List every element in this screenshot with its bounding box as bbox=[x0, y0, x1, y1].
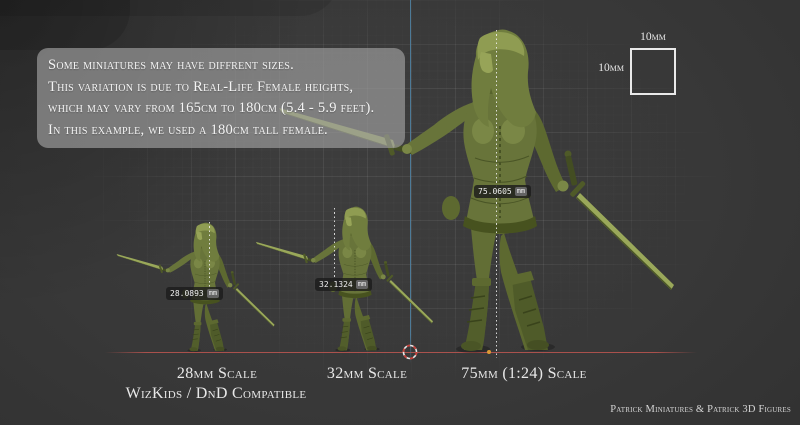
measurement-value: 75.0605 bbox=[478, 185, 512, 198]
corner-shade bbox=[0, 0, 340, 16]
measurement-value: 28.0893 bbox=[170, 287, 204, 300]
measure-line-32mm bbox=[334, 208, 335, 279]
info-box: Some miniatures may have diffrent sizes.… bbox=[37, 48, 405, 148]
reference-square-10mm bbox=[630, 48, 676, 95]
object-origin-dot bbox=[487, 350, 491, 354]
caption-28mm-scale: 28mm Scale bbox=[177, 365, 257, 383]
info-line: In this example, we used a 180cm tall fe… bbox=[48, 120, 394, 142]
measurement-unit: mm bbox=[207, 289, 219, 298]
measurement-unit: mm bbox=[356, 280, 368, 289]
caption-28mm-compat: WizKids / DnD Compatible bbox=[126, 385, 307, 403]
caption-32mm-scale: 32mm Scale bbox=[327, 365, 407, 383]
3d-cursor-icon bbox=[399, 341, 421, 363]
measurement-label-32mm: 32.1324 mm bbox=[315, 278, 372, 291]
info-line: This variation is due to Real-Life Femal… bbox=[48, 77, 394, 99]
measurement-value: 32.1324 bbox=[319, 278, 353, 291]
info-line: Some miniatures may have diffrent sizes. bbox=[48, 55, 394, 77]
footer-credit: Patrick Miniatures & Patrick 3D Figures bbox=[610, 404, 791, 415]
reference-square-side-label: 10mm bbox=[582, 62, 624, 74]
info-line: which may vary from 165cm to 180cm (5.4 … bbox=[48, 98, 394, 120]
caption-75mm-scale: 75mm (1:24) Scale bbox=[461, 365, 586, 383]
reference-square-top-label: 10mm bbox=[630, 31, 676, 43]
3d-viewport[interactable]: Some miniatures may have diffrent sizes.… bbox=[0, 0, 800, 425]
measure-line-28mm bbox=[209, 222, 210, 288]
measurement-label-28mm: 28.0893 mm bbox=[166, 287, 223, 300]
measurement-label-75mm: 75.0605 mm bbox=[474, 185, 531, 198]
measurement-unit: mm bbox=[515, 187, 527, 196]
